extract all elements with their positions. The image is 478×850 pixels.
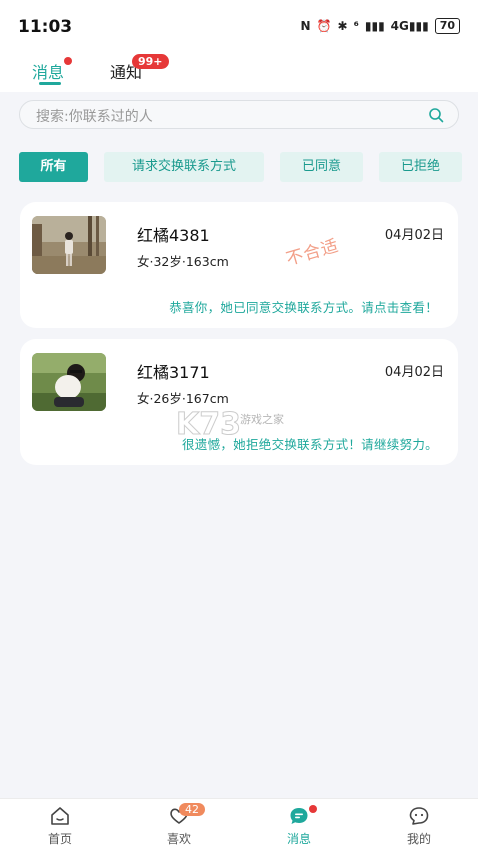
nav-home[interactable]: 首页 <box>30 805 90 847</box>
alarm-icon: ⏰ <box>316 19 332 33</box>
status-icons: N ⏰ ✱ ⁶ ▮▮▮ 4G▮▮▮ 70 <box>301 18 460 34</box>
header-tabs: 消息 通知 99+ <box>0 52 478 92</box>
message-date: 04月02日 <box>384 365 444 380</box>
filter-agreed[interactable]: 已同意 <box>280 152 363 182</box>
message-card[interactable]: 红橘4381 女·32岁·163cm 04月02日 不合适 恭喜你，她已同意交换… <box>20 202 458 328</box>
tab-active-indicator <box>39 82 61 85</box>
nav-messages-label: 消息 <box>286 832 311 846</box>
contact-name: 红橘3171 <box>137 363 210 382</box>
notices-badge: 99+ <box>132 54 169 69</box>
bluetooth-icon: ✱ <box>337 19 348 33</box>
nav-home-label: 首页 <box>47 832 72 846</box>
filter-requests[interactable]: 请求交换联系方式 <box>104 152 264 182</box>
search-icon[interactable] <box>428 107 444 123</box>
battery-indicator: 70 <box>434 18 460 34</box>
signal-4g-icon: 4G▮▮▮ <box>390 19 429 33</box>
bottom-nav: 首页 42 喜欢 消息 我的 <box>0 798 478 850</box>
tab-messages-label: 消息 <box>32 63 65 82</box>
unread-dot <box>64 57 73 65</box>
messages-unread-dot <box>309 805 317 813</box>
filter-bar: 所有 请求交换联系方式 已同意 已拒绝 <box>19 152 478 182</box>
avatar[interactable] <box>32 216 106 274</box>
search-placeholder: 搜索:你联系过的人 <box>36 109 153 125</box>
wifi-icon: ⁶ <box>353 19 359 33</box>
nav-profile[interactable]: 我的 <box>389 805 449 847</box>
status-bar: 11:03 N ⏰ ✱ ⁶ ▮▮▮ 4G▮▮▮ 70 <box>0 0 478 52</box>
chat-icon <box>290 808 308 824</box>
nav-profile-label: 我的 <box>406 832 431 846</box>
nav-messages[interactable]: 消息 <box>269 805 329 847</box>
avatar[interactable] <box>32 353 106 411</box>
search-input[interactable]: 搜索:你联系过的人 <box>19 100 459 129</box>
message-card[interactable]: 红橘3171 女·26岁·167cm 04月02日 很遗憾，她拒绝交换联系方式！… <box>20 339 458 465</box>
message-status: 很遗憾，她拒绝交换联系方式！请继续努力。 <box>181 437 438 452</box>
nfc-icon: N <box>300 19 311 33</box>
message-date: 04月02日 <box>384 228 444 243</box>
signal-icon: ▮▮▮ <box>364 19 385 33</box>
contact-info: 女·26岁·167cm <box>137 391 229 406</box>
message-status: 恭喜你，她已同意交换联系方式。请点击查看！ <box>169 300 438 315</box>
nav-likes-label: 喜欢 <box>166 832 191 846</box>
profile-icon <box>409 807 429 825</box>
status-stamp: 不合适 <box>283 235 342 270</box>
status-time: 11:03 <box>18 17 73 37</box>
filter-rejected[interactable]: 已拒绝 <box>379 152 462 182</box>
tab-messages[interactable]: 消息 <box>32 57 73 83</box>
home-icon <box>51 807 69 825</box>
likes-badge: 42 <box>179 803 205 816</box>
filter-all[interactable]: 所有 <box>19 152 88 182</box>
contact-info: 女·32岁·163cm <box>137 254 229 269</box>
contact-name: 红橘4381 <box>137 226 210 245</box>
nav-likes[interactable]: 42 喜欢 <box>149 803 209 847</box>
